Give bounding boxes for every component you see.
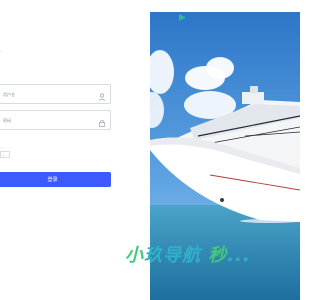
username-field[interactable] bbox=[0, 84, 111, 104]
username-input[interactable] bbox=[0, 85, 103, 103]
password-field[interactable] bbox=[0, 110, 111, 130]
brand-watermark: 小玖导航 秒... bbox=[125, 245, 251, 266]
remember-label: ... bbox=[0, 144, 4, 149]
logo-icon bbox=[178, 9, 187, 21]
user-icon bbox=[97, 89, 107, 101]
login-button[interactable]: 登录 bbox=[0, 172, 111, 187]
remember-select[interactable]: ... bbox=[0, 151, 10, 158]
password-input[interactable] bbox=[0, 111, 103, 129]
lock-icon bbox=[97, 115, 107, 127]
login-subtitle: ... bbox=[0, 48, 4, 53]
top-strip bbox=[150, 0, 300, 12]
